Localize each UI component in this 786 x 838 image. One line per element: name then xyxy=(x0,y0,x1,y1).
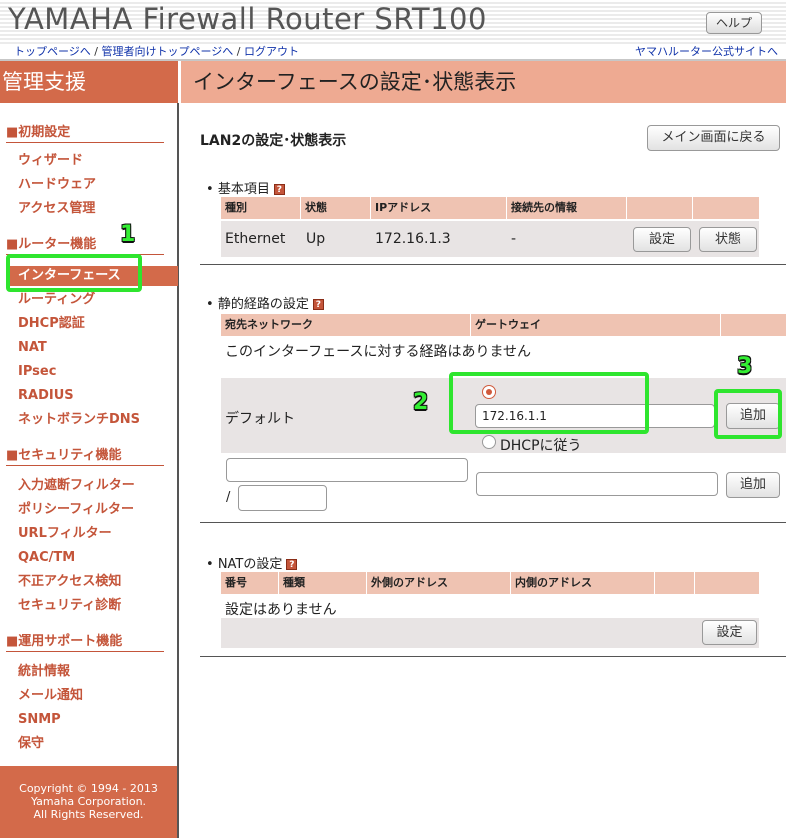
highlight-box-gateway xyxy=(449,372,649,434)
basic-section-label: • 基本項目? xyxy=(206,178,285,197)
row-ip: 172.16.1.3 xyxy=(375,231,451,247)
column-header: 宛先ネットワーク xyxy=(221,314,471,336)
column-header-blank xyxy=(655,572,695,594)
highlight-box-add xyxy=(714,389,782,439)
sidebar-item-ipsec[interactable]: IPsec xyxy=(18,362,56,382)
sidebar-section-initial: ■初期設定 xyxy=(6,125,164,143)
nav-top-link[interactable]: トップページへ xyxy=(14,45,91,58)
divider xyxy=(200,656,786,657)
nat-settings-button[interactable]: 設定 xyxy=(702,620,757,645)
sidebar-item-netvolante[interactable]: ネットボランチDNS xyxy=(18,410,140,430)
sidebar-item-security-check[interactable]: セキュリティ診断 xyxy=(18,596,121,616)
gateway-radio-dhcp[interactable] xyxy=(482,435,496,449)
help-icon[interactable]: ? xyxy=(312,299,324,310)
netmask-input[interactable] xyxy=(238,485,327,511)
column-header: 状態 xyxy=(301,197,371,219)
sidebar-section-support: ■運用サポート機能 xyxy=(6,634,164,652)
nat-empty-message: 設定はありません xyxy=(225,602,337,618)
help-icon[interactable]: ? xyxy=(286,559,298,570)
column-header: 番号 xyxy=(221,572,279,594)
nat-section-label: • NATの設定? xyxy=(206,553,298,572)
row-type: Ethernet xyxy=(225,231,286,247)
sidebar-item-snmp[interactable]: SNMP xyxy=(18,710,61,730)
app-title: YAMAHA Firewall Router SRT100 xyxy=(8,2,487,36)
netmask-slash: / xyxy=(226,490,231,505)
nav-admin-top-link[interactable]: 管理者向けトップページへ xyxy=(102,45,234,58)
static-route-table-header: 宛先ネットワーク ゲートウェイ xyxy=(221,314,786,336)
top-nav: トップページへ / 管理者向けトップページへ / ログアウト ヤマハルーター公式… xyxy=(0,44,786,59)
sidebar-item-wizard[interactable]: ウィザード xyxy=(18,151,83,171)
sidebar-item-stats[interactable]: 統計情報 xyxy=(18,662,70,682)
divider xyxy=(200,264,786,265)
copyright-line: Copyright © 1994 - 2013 xyxy=(19,782,158,795)
sidebar-item-radius[interactable]: RADIUS xyxy=(18,386,74,406)
column-header: 種別 xyxy=(221,197,301,219)
nat-table-header: 番号 種類 外側のアドレス 内側のアドレス xyxy=(221,572,759,594)
sidebar-item-mail[interactable]: メール通知 xyxy=(18,686,83,706)
sidebar-heading: 管理支援 xyxy=(0,61,178,103)
sidebar-item-routing[interactable]: ルーティング xyxy=(18,290,95,310)
basic-label-text: 基本項目 xyxy=(217,182,270,197)
empty-routes-message: このインターフェースに対する経路はありません xyxy=(225,344,532,360)
column-header-blank xyxy=(627,197,693,219)
table-row: 設定はありません xyxy=(221,596,759,618)
nav-official-site-link[interactable]: ヤマハルーター公式サイトへ xyxy=(635,45,778,58)
sidebar-item-qac[interactable]: QAC/TM xyxy=(18,548,75,568)
dhcp-label: DHCPに従う xyxy=(500,438,582,454)
default-route-label: デフォルト xyxy=(225,411,295,427)
help-icon[interactable]: ? xyxy=(273,184,285,195)
row-peer: - xyxy=(511,231,517,247)
sidebar-item-input-filter[interactable]: 入力遮断フィルター xyxy=(18,476,135,496)
sidebar-item-hardware[interactable]: ハードウェア xyxy=(18,175,96,195)
static-route-section-label: • 静的経路の設定? xyxy=(206,293,324,312)
basic-table-header: 種別 状態 IPアドレス 接続先の情報 xyxy=(221,197,759,219)
column-header: 接続先の情報 xyxy=(507,197,627,219)
row-state: Up xyxy=(306,231,326,247)
annotation-number-1: 1 xyxy=(120,222,136,247)
highlight-box-interface xyxy=(6,254,142,292)
copyright-line: Yamaha Corporation. xyxy=(30,795,147,808)
annotation-number-2: 2 xyxy=(413,390,429,415)
annotation-number-3: 3 xyxy=(737,354,753,379)
sidebar-section-security: ■セキュリティ機能 xyxy=(6,448,164,466)
table-row xyxy=(221,618,759,648)
nav-separator: / xyxy=(94,45,98,58)
gateway-new-input[interactable] xyxy=(476,472,718,496)
sidebar: ■初期設定 ウィザード ハードウェア アクセス管理 ■ルーター機能 インターフェ… xyxy=(0,103,179,838)
nav-separator: / xyxy=(236,45,241,58)
nav-logout-link[interactable]: ログアウト xyxy=(244,45,299,58)
column-header: 内側のアドレス xyxy=(511,572,655,594)
sidebar-item-nat[interactable]: NAT xyxy=(18,338,47,358)
destination-network-input[interactable] xyxy=(226,458,468,482)
column-header: 種類 xyxy=(279,572,367,594)
sidebar-item-url-filter[interactable]: URLフィルター xyxy=(18,524,112,544)
table-row: このインターフェースに対する経路はありません xyxy=(221,338,786,361)
subtitle: LAN2の設定･状態表示 xyxy=(200,133,347,149)
sidebar-item-policy-filter[interactable]: ポリシーフィルター xyxy=(18,500,134,520)
copyright-line: All Rights Reserved. xyxy=(33,808,144,821)
sidebar-section-router: ■ルーター機能 xyxy=(6,237,164,255)
divider xyxy=(200,522,786,523)
sidebar-item-dhcp[interactable]: DHCP認証 xyxy=(18,314,85,334)
page-title: インターフェースの設定･状態表示 xyxy=(181,61,786,103)
basic-status-button[interactable]: 状態 xyxy=(699,227,757,252)
sidebar-item-access[interactable]: アクセス管理 xyxy=(18,199,95,219)
back-to-main-button[interactable]: メイン画面に戻る xyxy=(647,125,780,151)
app-header: YAMAHA Firewall Router SRT100 ヘルプ xyxy=(0,0,786,44)
sidebar-item-maintenance[interactable]: 保守 xyxy=(18,734,44,754)
help-button[interactable]: ヘルプ xyxy=(706,12,762,34)
nat-label-text: NATの設定 xyxy=(217,557,283,572)
copyright: Copyright © 1994 - 2013 Yamaha Corporati… xyxy=(0,766,177,838)
basic-settings-button[interactable]: 設定 xyxy=(633,227,691,252)
column-header: IPアドレス xyxy=(371,197,507,219)
sidebar-item-intrusion[interactable]: 不正アクセス検知 xyxy=(18,572,121,592)
static-route-label-text: 静的経路の設定 xyxy=(217,297,309,312)
column-header: 外側のアドレス xyxy=(367,572,511,594)
column-header: ゲートウェイ xyxy=(471,314,721,336)
add-route-button[interactable]: 追加 xyxy=(726,472,780,498)
